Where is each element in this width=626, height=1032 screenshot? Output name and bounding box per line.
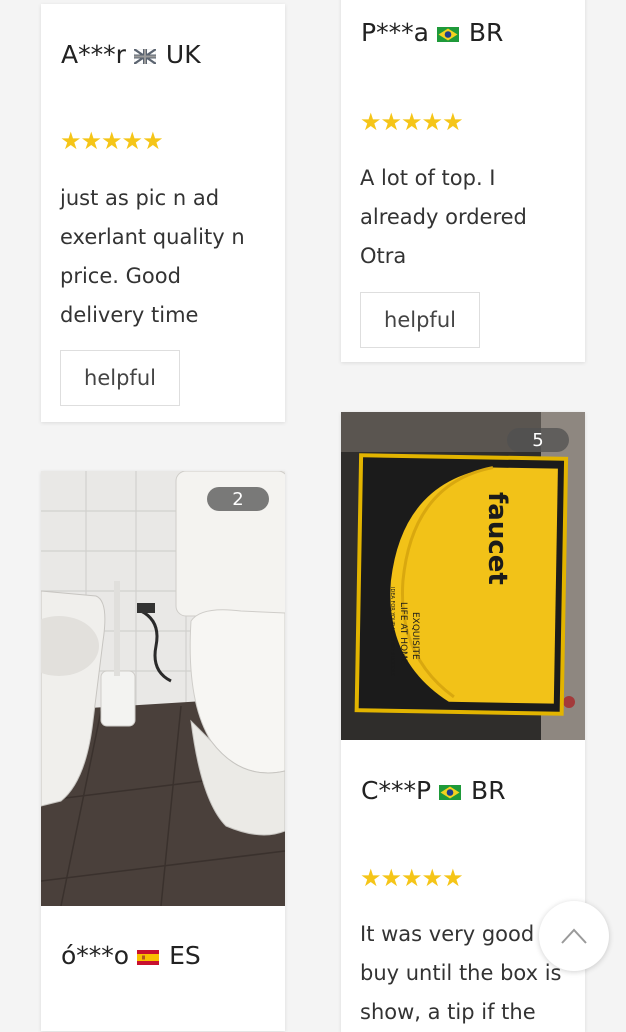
chevron-up-icon xyxy=(561,928,587,944)
star-rating: ★★★★★ xyxy=(360,108,464,136)
review-card: 2 ó***o ES xyxy=(41,471,285,1031)
helpful-button[interactable]: helpful xyxy=(60,350,180,406)
review-text-line: delivery time xyxy=(60,303,199,327)
review-text-line: price. Good xyxy=(60,264,181,288)
review-text-line: Otra xyxy=(360,244,407,268)
review-text-line: A lot of top. I xyxy=(360,166,496,190)
author-name: P***a xyxy=(361,18,429,47)
box-text-line: LIFE AT HOME xyxy=(398,602,408,665)
product-box-photo: faucet EXQUISITE LIFE AT HOME IDEA FOR Y… xyxy=(341,412,585,740)
review-text: It was very good buy until the box is sh… xyxy=(360,915,562,1032)
spain-flag-icon xyxy=(137,942,160,971)
review-text-line: exerlant quality n xyxy=(60,225,245,249)
review-text-line: just as pic n ad xyxy=(60,186,220,210)
star-rating: ★★★★★ xyxy=(360,864,464,892)
photo-count-badge: 2 xyxy=(207,487,269,511)
photo-count-badge: 5 xyxy=(507,428,569,452)
review-photo[interactable]: faucet EXQUISITE LIFE AT HOME IDEA FOR Y… xyxy=(341,412,585,740)
box-brand-text: faucet xyxy=(482,492,512,585)
box-text-line: EXQUISITE xyxy=(410,612,420,660)
box-text-line: IDEA FOR YOUR LIFE AND SUCCESS xyxy=(389,587,395,676)
star-rating: ★★★★★ xyxy=(60,127,164,155)
brazil-flag-icon xyxy=(439,777,462,806)
brazil-flag-icon xyxy=(436,19,459,48)
review-author: P***a BR xyxy=(361,18,503,47)
author-country: BR xyxy=(468,18,504,47)
review-card: P***a BR ★★★★★ A lot of top. I already o… xyxy=(341,0,585,362)
review-text-line: It was very good xyxy=(360,922,535,946)
bathroom-photo xyxy=(41,471,285,906)
review-text: A lot of top. I already ordered Otra xyxy=(360,159,527,276)
author-name: ó***o xyxy=(61,941,130,970)
author-country: UK xyxy=(165,40,201,69)
review-text: just as pic n ad exerlant quality n pric… xyxy=(60,179,245,335)
author-country: ES xyxy=(169,941,201,970)
review-author: A***r UK xyxy=(61,40,201,69)
review-author: ó***o ES xyxy=(61,941,201,970)
review-text-line: show, a tip if the xyxy=(360,1000,536,1024)
review-photo[interactable]: 2 xyxy=(41,471,285,906)
scroll-to-top-button[interactable] xyxy=(539,901,609,971)
helpful-button[interactable]: helpful xyxy=(360,292,480,348)
review-text-line: already ordered xyxy=(360,205,527,229)
author-country: BR xyxy=(471,776,506,805)
author-name: A***r xyxy=(61,40,126,69)
review-card: A***r UK ★★★★★ just as pic n ad exerlant… xyxy=(41,4,285,422)
review-author: C***P BR xyxy=(361,776,506,805)
author-name: C***P xyxy=(361,776,432,805)
review-text-line: buy until the box is xyxy=(360,961,562,985)
uk-flag-icon xyxy=(133,41,157,70)
